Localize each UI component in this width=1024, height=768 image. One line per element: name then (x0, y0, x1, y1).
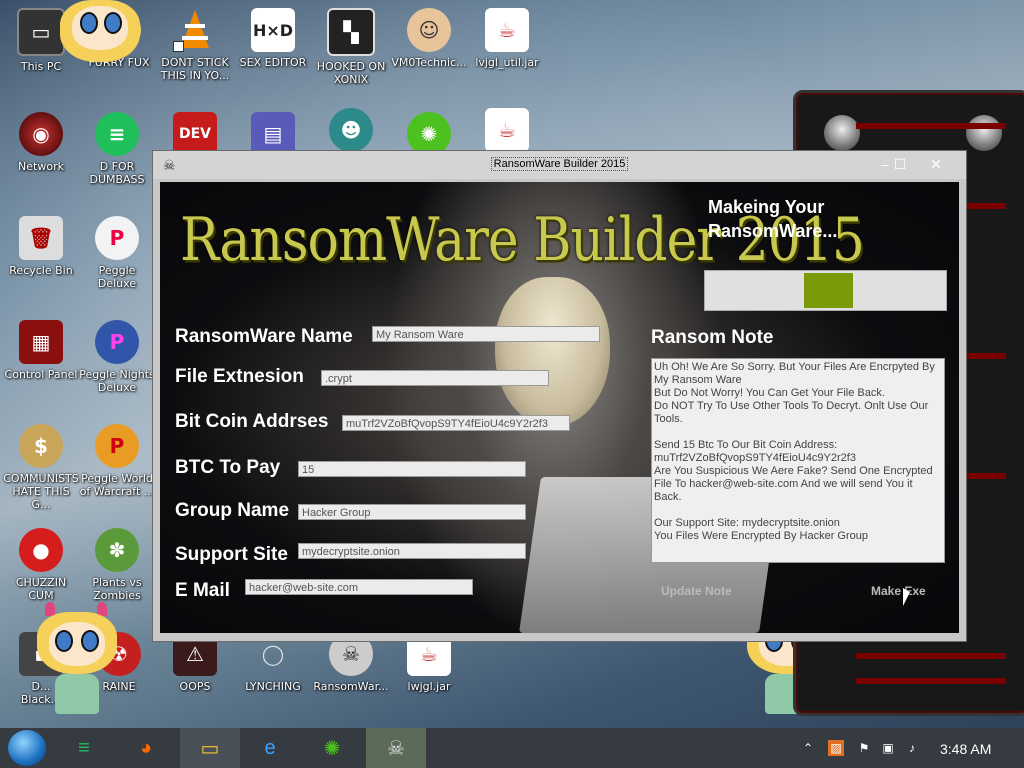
taskbar-d-app-icon[interactable]: ≡ (58, 728, 110, 768)
java-jar-icon: ☕ (485, 108, 529, 152)
guy-fawkes-mask-image (495, 277, 610, 427)
desktop-icon-d-for-dumbass[interactable]: ≡ D FOR DUMBASS (78, 112, 156, 186)
window-title: RansomWare Builder 2015 (490, 157, 629, 171)
mouse-cursor (903, 588, 910, 606)
support-site-label: Support Site (175, 544, 288, 565)
status-text: Makeing Your RansomWare... (708, 197, 838, 241)
start-button[interactable] (8, 730, 46, 766)
vlc-cone-icon (173, 8, 217, 52)
title-bar[interactable]: ☠ RansomWare Builder 2015 ‒ ☐ ✕ (153, 151, 966, 179)
cartoon-character-top (20, 0, 150, 62)
btc-to-pay-input[interactable]: 15 (298, 461, 526, 477)
desktop-icon-lwjgl-util[interactable]: ☕ lvjgl_util.jar (468, 8, 546, 69)
taskbar-clock[interactable]: 3:48 AM (940, 741, 991, 757)
tray-network-icon[interactable]: ▣ (880, 740, 896, 756)
tray-chevron-icon[interactable]: ⌃ (800, 740, 816, 756)
elf-game-icon: ☻ (329, 108, 373, 152)
taskbar: ≡ ◕ ▭ e ✺ ☠ ⌃ ▨ ⚑ ▣ ♪ 3:48 AM (0, 728, 1024, 768)
tray-volume-icon[interactable]: ♪ (904, 740, 920, 756)
chuzzle-icon: ● (19, 528, 63, 572)
tray-flag-icon[interactable]: ⚑ (856, 740, 872, 756)
d-app-icon: ≡ (95, 112, 139, 156)
bitcoin-address-label: Bit Coin Addrses (175, 411, 329, 432)
desktop-icon-sex-editor[interactable]: H×D SEX EDITOR (234, 8, 312, 69)
network-icon: ◉ (19, 112, 63, 156)
ransomware-name-label: RansomWare Name (175, 326, 353, 347)
file-extension-input[interactable]: .crypt (321, 370, 549, 386)
desktop-icon-peggle-nights[interactable]: P Peggle Nights Deluxe (78, 320, 156, 394)
desktop-icon-java-2[interactable]: ☕ (468, 108, 546, 152)
desktop-icon-vm0technic[interactable]: ☺ VM0Technic... (390, 8, 468, 69)
group-name-input[interactable]: Hacker Group (298, 504, 526, 520)
money-bag-icon: $ (19, 424, 63, 468)
email-label: E Mail (175, 580, 230, 601)
taskbar-file-explorer-icon[interactable]: ▭ (180, 728, 240, 768)
builder-form: RansomWare Builder 2015 Makeing Your Ran… (160, 182, 959, 633)
ransom-note-label: Ransom Note (651, 327, 774, 348)
btc-to-pay-label: BTC To Pay (175, 457, 281, 478)
desktop-icon-control-panel[interactable]: ▦ Control Panel (2, 320, 80, 381)
close-button[interactable]: ✕ (922, 153, 950, 175)
peggle-wow-icon: P (95, 424, 139, 468)
java-jar-icon: ☕ (485, 8, 529, 52)
cartoon-character-bottom-left (25, 600, 135, 728)
bitcoin-address-input[interactable]: muTrf2VZoBfQvopS9TY4fEioU4c9Y2r2f3 (342, 415, 570, 431)
desktop-icon-peggle-deluxe[interactable]: P Peggle Deluxe (78, 216, 156, 290)
desktop-icon-recycle-bin[interactable]: 🗑 Recycle Bin (2, 216, 80, 277)
make-exe-button[interactable]: Make Exe (871, 584, 926, 598)
hxd-editor-icon: H×D (251, 8, 295, 52)
build-progress-bar (704, 270, 947, 311)
taskbar-limewire-icon[interactable]: ✺ (306, 728, 358, 768)
peggle-nights-icon: P (95, 320, 139, 364)
alien-head-icon (824, 115, 860, 151)
desktop-icon-pvz[interactable]: ✽ Plants vs Zombies (78, 528, 156, 602)
desktop-icon-xonix[interactable]: ▚ HOOKED ON XONIX (312, 8, 390, 86)
ransom-note-textarea[interactable]: Uh Oh! We Are So Sorry. But Your Files A… (651, 358, 945, 563)
desktop-icon-network[interactable]: ◉ Network (2, 112, 80, 173)
taskbar-ransomware-icon[interactable]: ☠ (366, 728, 426, 768)
xonix-game-icon: ▚ (327, 8, 375, 56)
taskbar-firefox-icon[interactable]: ◕ (120, 728, 172, 768)
update-note-button[interactable]: Update Note (661, 584, 732, 598)
desktop-icon-chuzzin[interactable]: ● CHUZZIN CUM (2, 528, 80, 602)
support-site-input[interactable]: mydecryptsite.onion (298, 543, 526, 559)
plants-vs-zombies-icon: ✽ (95, 528, 139, 572)
peggle-icon: P (95, 216, 139, 260)
group-name-label: Group Name (175, 500, 290, 521)
desktop-icon-dont-stick[interactable]: DONT STICK THIS IN YO... (156, 8, 234, 82)
ransomware-name-input[interactable]: My Ransom Ware (372, 326, 600, 342)
tray-app-icon[interactable]: ▨ (828, 740, 844, 756)
control-panel-icon: ▦ (19, 320, 63, 364)
desktop-icon-elf-game[interactable]: ☻ (312, 108, 390, 152)
ransom-note-text: Uh Oh! We Are So Sorry. But Your Files A… (654, 361, 935, 542)
email-input[interactable]: hacker@web-site.com (245, 579, 473, 595)
desktop-icon-peggle-wow[interactable]: P Peggle World of Warcraft ... (78, 424, 156, 498)
ransomware-builder-window: ☠ RansomWare Builder 2015 ‒ ☐ ✕ RansomWa… (152, 150, 967, 642)
alien-head-icon (966, 115, 1002, 151)
desktop-icon-communists[interactable]: $ COMMUNISTS HATE THIS G... (2, 424, 80, 511)
file-extension-label: File Extnesion (175, 366, 304, 387)
recycle-bin-icon: 🗑 (19, 216, 63, 260)
progress-chunk (804, 273, 853, 308)
maximize-button[interactable]: ☐ (886, 153, 914, 175)
taskbar-internet-explorer-icon[interactable]: e (244, 728, 296, 768)
doctor-icon: ☺ (407, 8, 451, 52)
